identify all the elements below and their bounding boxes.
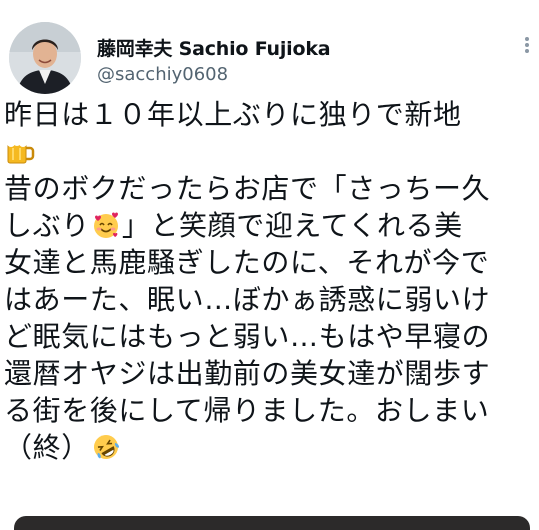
tweet-line: 昔のボクだったらお店で「さっちー久 (4, 172, 491, 205)
tweet-line (4, 133, 532, 170)
tweet-line: る街を後にして帰りました。おしまい (4, 394, 490, 427)
tweet-line: ど眠気にはもっと弱い…もはや早寝の (4, 320, 491, 353)
author-handle[interactable]: @sacchiy0608 (97, 64, 228, 85)
tweet-line: はあーた、眠い…ぼかぁ誘惑に弱いけ (4, 283, 491, 316)
tweet-line: （終） (4, 429, 532, 466)
avatar[interactable] (9, 22, 81, 94)
smiling-face-with-hearts-emoji (91, 210, 121, 244)
media-preview[interactable] (14, 516, 530, 530)
tweet-line: 昨日は１０年以上ぶりに独りで新地 (4, 98, 462, 131)
tweet-line: しぶり 」と笑顔で迎えてくれる美 (4, 207, 532, 244)
author-display-name[interactable]: 藤岡幸夫 Sachio Fujioka (97, 34, 331, 61)
tweet-text: 昨日は１０年以上ぶりに独りで新地 昔のボクだったらお店で「さっちー久 しぶり 」… (4, 96, 532, 466)
tweet-line: 還暦オヤジは出勤前の美女達が闊歩す (4, 357, 491, 390)
tweet-line: 女達と馬鹿騒ぎしたのに、それが今で (4, 246, 490, 279)
more-options-icon[interactable] (519, 34, 535, 56)
beer-mug-emoji (5, 136, 35, 170)
rolling-on-floor-laughing-emoji (91, 432, 121, 466)
